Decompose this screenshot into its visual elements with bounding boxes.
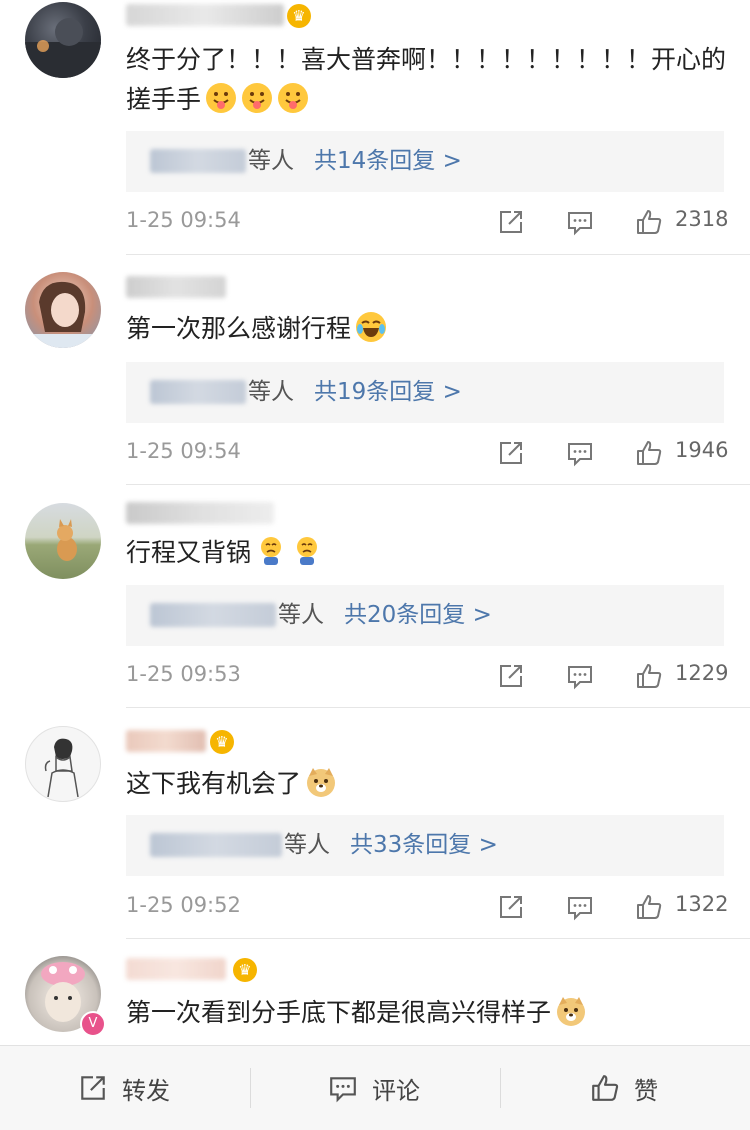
reply-preview[interactable]: 等人 共14条回复 > <box>126 131 724 192</box>
vip-crown-icon: ♛ <box>287 4 311 28</box>
doge-emoji-icon <box>305 766 337 798</box>
username-hidden[interactable] <box>126 276 226 298</box>
reply-suffix: 等人 <box>284 832 330 858</box>
like-thumb-icon[interactable] <box>635 439 663 467</box>
comment-icon <box>330 1077 356 1103</box>
doge-emoji-icon <box>555 995 587 1027</box>
tongue-face-emoji-icon <box>241 82 273 114</box>
comment-text: 第一次看到分手底下都是很高兴得样子 <box>126 993 726 1033</box>
timestamp: 1-25 09:54 <box>126 208 241 232</box>
view-replies-link[interactable]: 共33条回复 > <box>350 815 498 876</box>
username-hidden[interactable] <box>126 4 284 26</box>
avatar[interactable] <box>25 726 101 802</box>
comment-text: 第一次那么感谢行程 <box>126 309 726 349</box>
reply-suffix: 等人 <box>248 148 294 174</box>
repost-icon[interactable] <box>497 439 525 467</box>
repost-icon[interactable] <box>497 893 525 921</box>
divider <box>126 254 750 255</box>
reply-usernames-hidden <box>150 603 276 627</box>
bottom-action-bar: 转发 评论 赞 <box>0 1045 750 1130</box>
reply-suffix: 等人 <box>278 602 324 628</box>
divider <box>126 707 750 708</box>
like-label: 赞 <box>634 1076 658 1105</box>
avatar[interactable] <box>25 272 101 348</box>
vip-crown-icon: ♛ <box>210 730 234 754</box>
comment-icon[interactable] <box>566 208 594 236</box>
like-count: 2318 <box>675 207 729 231</box>
like-thumb-icon[interactable] <box>635 662 663 690</box>
verified-badge-icon: V <box>80 1011 106 1037</box>
reply-preview[interactable]: 等人 共20条回复 > <box>126 585 724 646</box>
repost-icon <box>81 1076 105 1100</box>
comment-text: 终于分了！！！喜大普奔啊！！！！！！！！！开心的搓手手 <box>126 45 727 114</box>
tongue-face-emoji-icon <box>277 82 309 114</box>
timestamp: 1-25 09:52 <box>126 893 241 917</box>
comment-label: 评论 <box>372 1076 420 1105</box>
comment-meta: 1-25 09:53 1229 <box>0 656 750 696</box>
reply-preview[interactable]: 等人 共33条回复 > <box>126 815 724 876</box>
reply-preview[interactable]: 等人 共19条回复 > <box>126 362 724 423</box>
like-count: 1322 <box>675 892 729 916</box>
reply-usernames-hidden <box>150 380 246 404</box>
username-hidden[interactable] <box>126 730 206 752</box>
reply-usernames-hidden <box>150 149 246 173</box>
like-count: 1229 <box>675 661 729 685</box>
like-button[interactable]: 赞 <box>590 1046 658 1130</box>
avatar[interactable] <box>25 2 101 78</box>
divider <box>126 938 750 939</box>
repost-icon[interactable] <box>497 662 525 690</box>
username-hidden[interactable] <box>126 502 274 524</box>
reply-usernames-hidden <box>150 833 282 857</box>
username-hidden[interactable] <box>126 958 226 980</box>
tears-of-joy-emoji-icon <box>355 311 387 343</box>
like-count: 1946 <box>675 438 729 462</box>
view-replies-link[interactable]: 共20条回复 > <box>344 585 492 646</box>
repost-button[interactable]: 转发 <box>78 1046 170 1130</box>
comment-icon[interactable] <box>566 893 594 921</box>
comment-meta: 1-25 09:52 1322 <box>0 887 750 927</box>
sad-face-emoji-icon <box>255 535 287 567</box>
comment-meta: 1-25 09:54 1946 <box>0 433 750 473</box>
comment-icon[interactable] <box>566 439 594 467</box>
avatar[interactable] <box>25 503 101 579</box>
timestamp: 1-25 09:54 <box>126 439 241 463</box>
divider <box>500 1068 501 1108</box>
tongue-face-emoji-icon <box>205 82 237 114</box>
comment-text: 这下我有机会了 <box>126 764 726 804</box>
divider <box>126 484 750 485</box>
like-thumb-icon <box>592 1075 619 1101</box>
comment-meta: 1-25 09:54 2318 <box>0 202 750 242</box>
timestamp: 1-25 09:53 <box>126 662 241 686</box>
repost-label: 转发 <box>122 1076 170 1105</box>
view-replies-link[interactable]: 共19条回复 > <box>314 362 462 423</box>
like-thumb-icon[interactable] <box>635 208 663 236</box>
vip-crown-icon: ♛ <box>233 958 257 982</box>
comment-text: 行程又背锅 <box>126 533 726 573</box>
divider <box>250 1068 251 1108</box>
comment-icon[interactable] <box>566 662 594 690</box>
view-replies-link[interactable]: 共14条回复 > <box>314 131 462 192</box>
like-thumb-icon[interactable] <box>635 893 663 921</box>
comment-button[interactable]: 评论 <box>328 1046 420 1130</box>
repost-icon[interactable] <box>497 208 525 236</box>
reply-suffix: 等人 <box>248 379 294 405</box>
sad-face-emoji-icon <box>291 535 323 567</box>
